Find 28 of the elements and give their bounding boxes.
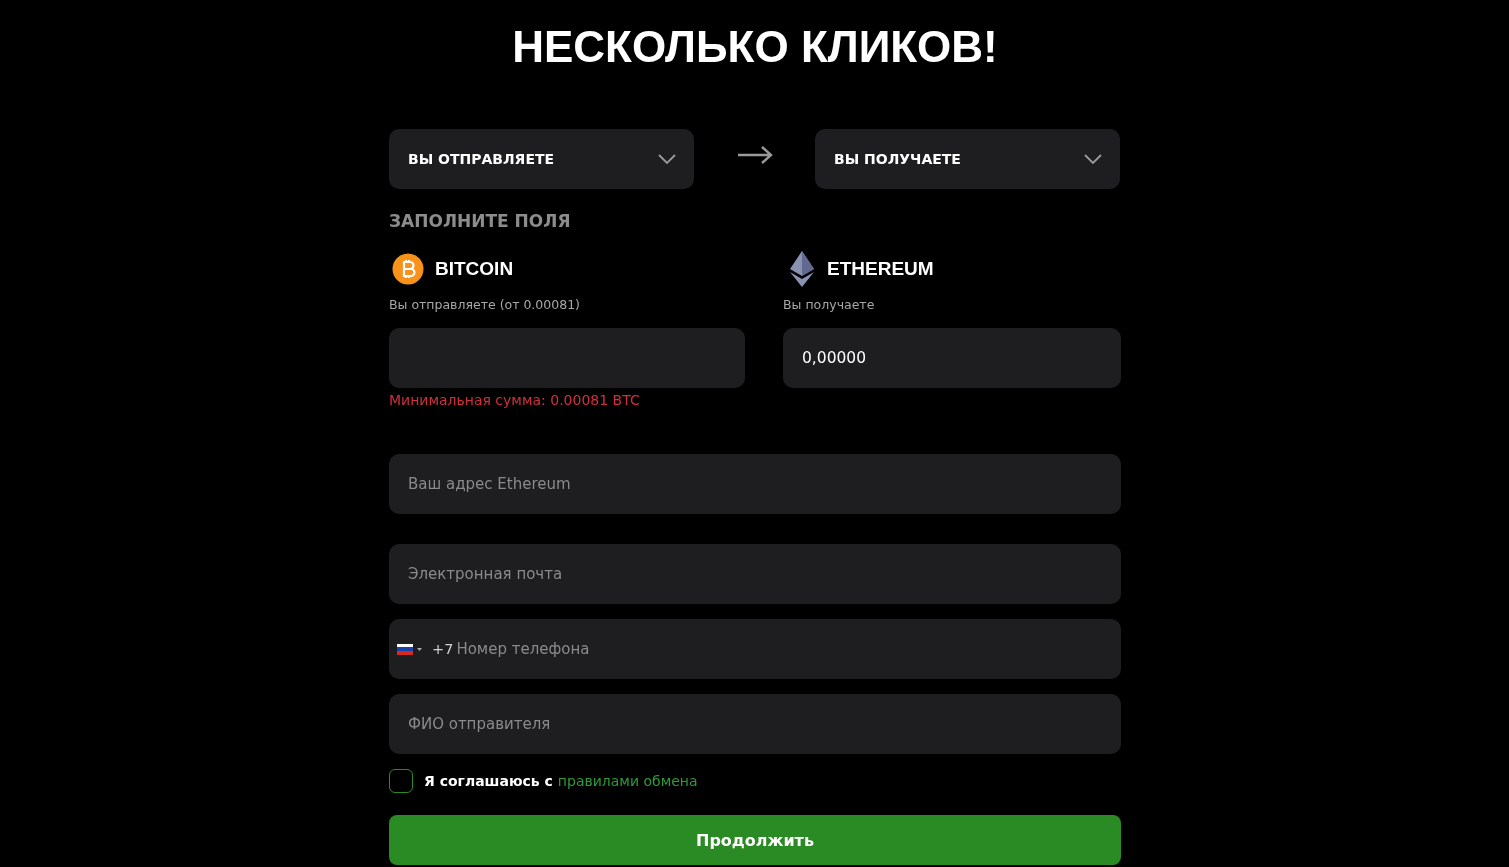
currency-name: ETHEREUM [827, 258, 934, 280]
checkbox[interactable] [389, 769, 413, 793]
country-code: +7 [432, 641, 454, 657]
chevron-down-icon [1084, 154, 1102, 164]
phone-number-field[interactable]: Номер телефона [453, 640, 1113, 658]
field-label: Вы получаете [783, 297, 876, 312]
phone-field[interactable]: +7 Номер телефона [389, 619, 1121, 679]
page-heading: НЕСКОЛЬКО КЛИКОВ! [511, 22, 999, 72]
flag-icon [397, 643, 413, 655]
rules-link[interactable]: правилами обмена [557, 773, 698, 789]
input-field[interactable]: Ваш адрес Ethereum [389, 454, 1121, 514]
section-title: ЗАПОЛНИТЕ ПОЛЯ [389, 211, 572, 231]
error-message: Минимальная сумма: 0.00081 BTC [389, 392, 641, 408]
currency-dropdown[interactable]: ВЫ ПОЛУЧАЕТЕ [815, 129, 1120, 189]
chevron-down-icon [658, 154, 676, 164]
diamond-icon [790, 251, 814, 287]
currency-name: BITCOIN [435, 258, 514, 280]
arrow-right-icon [737, 145, 773, 165]
input-field[interactable]: ФИО отправителя [389, 694, 1121, 754]
caret-icon [417, 647, 422, 651]
input-field[interactable]: Электронная почта [389, 544, 1121, 604]
field-label: Вы отправляете (от 0.00081) [389, 297, 581, 312]
currency-dropdown[interactable]: ВЫ ОТПРАВЛЯЕТЕ [389, 129, 694, 189]
receive-amount-field[interactable]: 0,00000 [783, 328, 1121, 388]
agreement-text: Я соглашаюсь с [424, 773, 553, 789]
bitcoin-coin-icon [392, 253, 424, 285]
send-amount-field[interactable] [389, 328, 745, 388]
continue-button[interactable]: Продолжить [389, 815, 1121, 865]
